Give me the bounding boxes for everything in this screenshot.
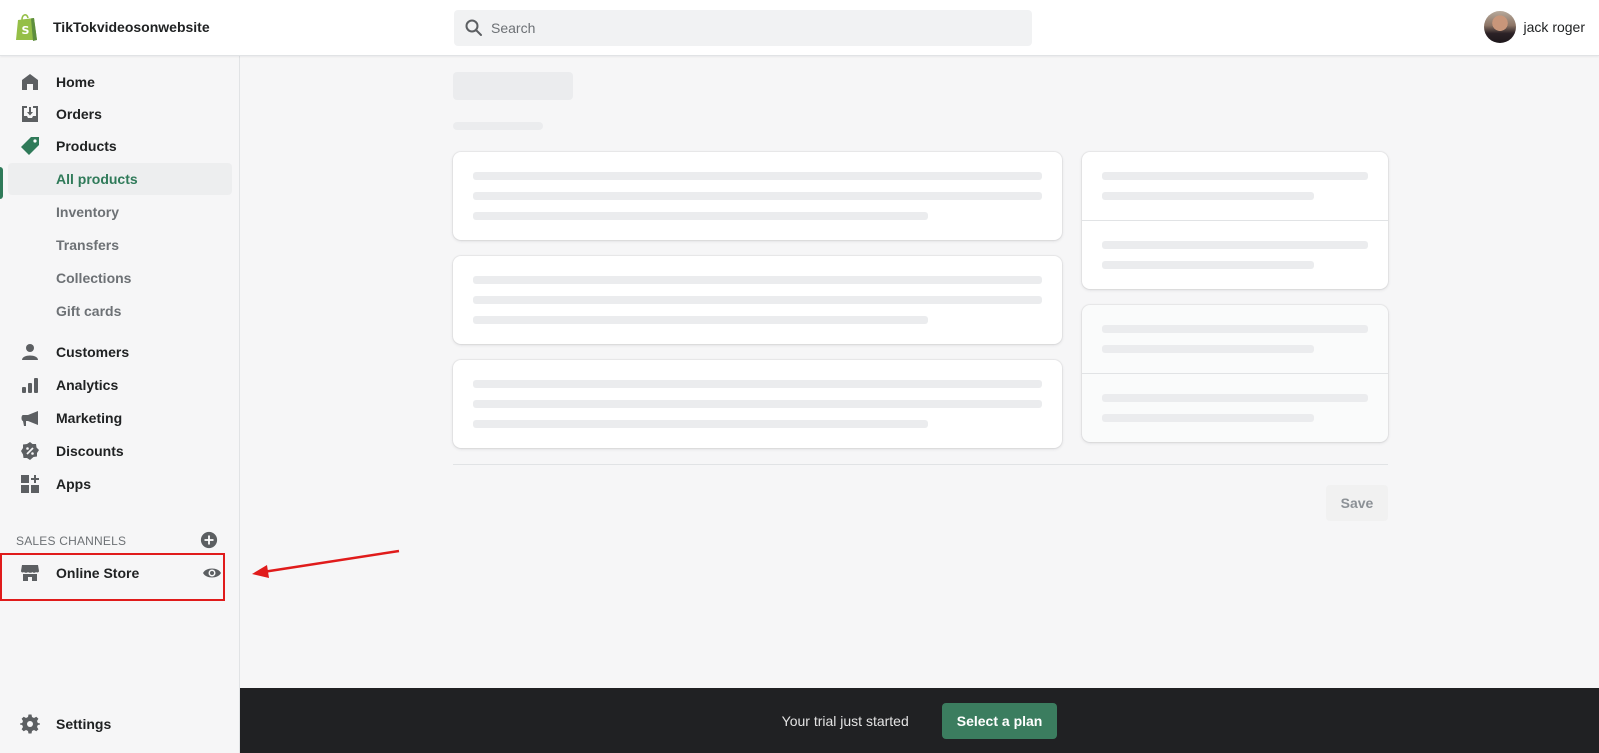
top-bar: S TikTokvideosonwebsite jack roger bbox=[0, 0, 1599, 56]
sales-channels-heading: SALES CHANNELS bbox=[16, 534, 127, 548]
skeleton-title bbox=[453, 72, 573, 100]
select-plan-button[interactable]: Select a plan bbox=[941, 702, 1058, 739]
trial-banner: Your trial just started Select a plan bbox=[240, 688, 1599, 753]
sidebar-subitem-gift-cards[interactable]: Gift cards bbox=[8, 295, 232, 327]
skeleton-side-card bbox=[1082, 305, 1388, 442]
sidebar-item-marketing[interactable]: Marketing bbox=[8, 402, 232, 434]
store-icon bbox=[20, 563, 40, 583]
sidebar-item-label: Marketing bbox=[56, 410, 123, 426]
sidebar-item-settings[interactable]: Settings bbox=[8, 708, 232, 740]
user-name: jack roger bbox=[1523, 19, 1585, 35]
annotation-arrow bbox=[252, 549, 400, 578]
store-brand[interactable]: S TikTokvideosonwebsite bbox=[14, 12, 210, 42]
sidebar-subitem-transfers[interactable]: Transfers bbox=[8, 229, 232, 261]
page-divider bbox=[453, 464, 1388, 465]
sidebar-item-label: Customers bbox=[56, 344, 130, 360]
sidebar-subitem-collections[interactable]: Collections bbox=[8, 262, 232, 294]
skeleton-card bbox=[453, 152, 1062, 240]
sidebar-item-apps[interactable]: Apps bbox=[8, 468, 232, 500]
skeleton-subtitle bbox=[453, 122, 543, 130]
search-bar[interactable] bbox=[454, 10, 1032, 46]
sidebar: Home Orders Products All products Invent… bbox=[0, 56, 240, 753]
save-button[interactable]: Save bbox=[1326, 485, 1388, 521]
sidebar-item-label: Discounts bbox=[56, 443, 124, 459]
sidebar-item-label: Transfers bbox=[56, 237, 120, 253]
sidebar-item-label: Products bbox=[56, 138, 117, 154]
search-input[interactable] bbox=[491, 20, 1011, 36]
tag-icon bbox=[20, 136, 40, 156]
sidebar-item-home[interactable]: Home bbox=[8, 66, 232, 98]
sidebar-item-label: Settings bbox=[56, 716, 112, 732]
store-name: TikTokvideosonwebsite bbox=[53, 19, 210, 35]
sidebar-item-label: Inventory bbox=[56, 204, 120, 220]
sidebar-item-label: Analytics bbox=[56, 377, 119, 393]
search-icon bbox=[465, 19, 482, 36]
gear-icon bbox=[20, 714, 40, 734]
sidebar-item-discounts[interactable]: Discounts bbox=[8, 435, 232, 467]
plus-circle-icon[interactable] bbox=[200, 531, 218, 549]
sidebar-subitem-all-products[interactable]: All products bbox=[8, 163, 232, 195]
person-icon bbox=[20, 342, 40, 362]
sidebar-item-label: Apps bbox=[56, 476, 91, 492]
sidebar-subitem-inventory[interactable]: Inventory bbox=[8, 196, 232, 228]
trial-message: Your trial just started bbox=[781, 712, 909, 729]
sidebar-item-label: All products bbox=[56, 171, 138, 187]
orders-icon bbox=[20, 104, 40, 124]
sidebar-item-online-store[interactable]: Online Store bbox=[8, 557, 232, 589]
sidebar-item-products[interactable]: Products bbox=[8, 130, 232, 162]
skeleton-card bbox=[453, 256, 1062, 344]
sidebar-item-customers[interactable]: Customers bbox=[8, 336, 232, 368]
svg-text:S: S bbox=[22, 24, 30, 37]
sidebar-item-label: Orders bbox=[56, 106, 102, 122]
sidebar-item-label: Home bbox=[56, 74, 95, 90]
discount-badge-icon bbox=[20, 441, 40, 461]
sidebar-item-label: Gift cards bbox=[56, 303, 122, 319]
user-menu[interactable]: jack roger bbox=[1483, 11, 1585, 43]
active-indicator bbox=[0, 167, 3, 199]
apps-grid-icon bbox=[20, 474, 40, 494]
skeleton-card bbox=[453, 360, 1062, 448]
sidebar-item-label: Online Store bbox=[56, 565, 140, 581]
sidebar-item-label: Collections bbox=[56, 270, 132, 286]
shopify-bag-icon: S bbox=[16, 14, 37, 41]
sidebar-item-orders[interactable]: Orders bbox=[8, 98, 232, 130]
megaphone-icon bbox=[20, 408, 40, 428]
bar-chart-icon bbox=[20, 375, 40, 395]
sidebar-item-analytics[interactable]: Analytics bbox=[8, 369, 232, 401]
avatar bbox=[1483, 11, 1516, 43]
skeleton-side-card bbox=[1082, 152, 1388, 289]
home-icon bbox=[20, 72, 40, 92]
eye-icon[interactable] bbox=[202, 563, 222, 583]
